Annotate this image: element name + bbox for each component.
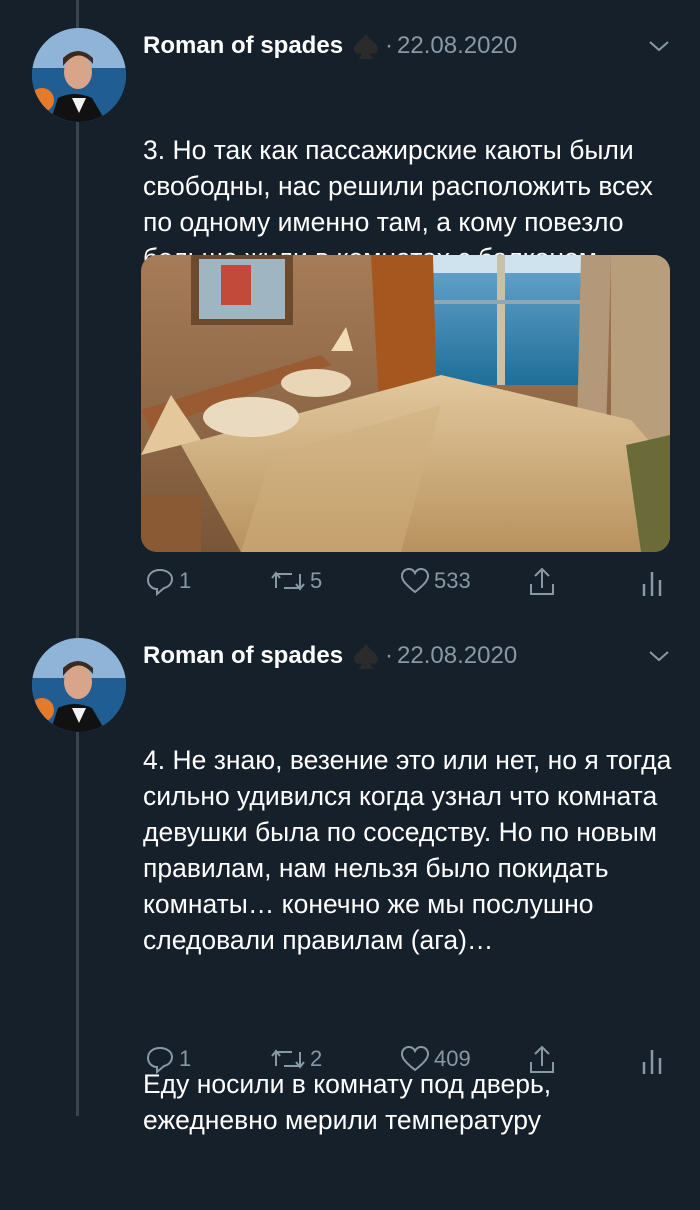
reply-count: 1 [179, 568, 192, 593]
retweet-count: 5 [310, 568, 323, 593]
like-count: 409 [434, 1046, 471, 1071]
analytics-icon [642, 1050, 662, 1074]
like-button[interactable]: 533 [400, 566, 471, 596]
retweet-count: 2 [310, 1046, 323, 1071]
tweet-text-paragraph: 4. Не знаю, везение это или нет, но я то… [143, 745, 679, 955]
tweet-actions: 1 5 533 [0, 566, 700, 606]
tweet[interactable]: Roman of spades · 22.08.2020 3. Но так к… [0, 28, 700, 628]
tweet-date[interactable]: 22.08.2020 [397, 642, 517, 670]
author-name[interactable]: Roman of spades [143, 642, 343, 670]
spade-icon [351, 31, 381, 61]
retweet-icon [271, 571, 305, 591]
avatar[interactable] [32, 638, 126, 732]
tweet-header: Roman of spades · 22.08.2020 [143, 28, 517, 64]
like-count: 533 [434, 568, 471, 593]
tweet[interactable]: Roman of spades · 22.08.2020 4. Не знаю,… [0, 638, 700, 1135]
author-name[interactable]: Roman of spades [143, 32, 343, 60]
analytics-button[interactable] [640, 566, 664, 598]
tweet-date[interactable]: 22.08.2020 [397, 32, 517, 60]
share-button[interactable] [527, 1044, 557, 1076]
share-icon [530, 1045, 554, 1073]
reply-button[interactable]: 1 [145, 1044, 191, 1074]
tweet-photo[interactable] [141, 255, 670, 552]
reply-icon [146, 568, 174, 596]
analytics-button[interactable] [640, 1044, 664, 1076]
retweet-icon [271, 1049, 305, 1069]
reply-icon [146, 1046, 174, 1074]
retweet-button[interactable]: 2 [270, 1044, 322, 1074]
reply-button[interactable]: 1 [145, 566, 191, 596]
separator-dot: · [385, 32, 394, 59]
reply-count: 1 [179, 1046, 192, 1071]
chevron-down-icon[interactable] [646, 36, 672, 61]
share-icon [530, 567, 554, 595]
tweet-text: 4. Не знаю, везение это или нет, но я то… [143, 670, 683, 1210]
analytics-icon [642, 572, 662, 596]
share-button[interactable] [527, 566, 557, 598]
heart-icon [400, 1045, 430, 1072]
chevron-down-icon[interactable] [646, 646, 672, 671]
spade-icon [351, 641, 381, 671]
separator-dot: · [385, 642, 394, 669]
retweet-button[interactable]: 5 [270, 566, 322, 596]
like-button[interactable]: 409 [400, 1044, 471, 1074]
avatar[interactable] [32, 28, 126, 122]
tweet-actions: 1 2 409 [0, 1044, 700, 1084]
heart-icon [400, 567, 430, 594]
tweet-header: Roman of spades · 22.08.2020 [143, 638, 517, 674]
